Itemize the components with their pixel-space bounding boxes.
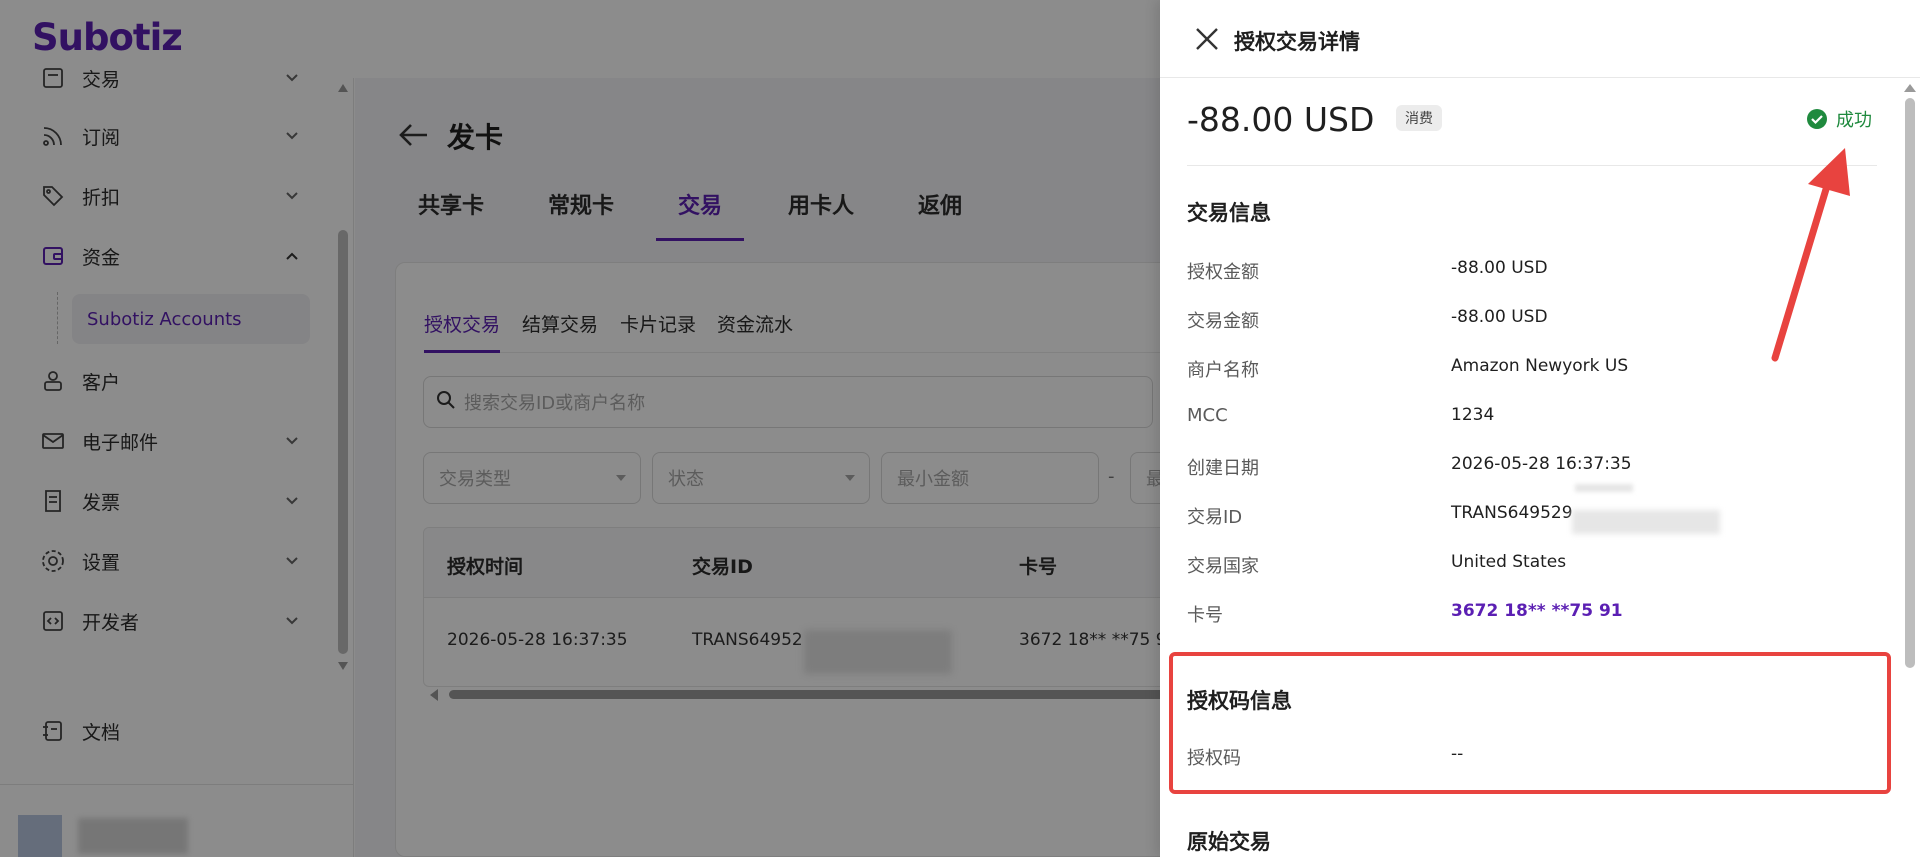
detail-value: Amazon Newyork US bbox=[1451, 356, 1629, 376]
detail-label: 卡号 bbox=[1187, 605, 1223, 626]
modal-backdrop[interactable] bbox=[0, 0, 1160, 857]
detail-value: -- bbox=[1451, 744, 1464, 764]
detail-value: 2026-05-28 16:37:35 bbox=[1451, 454, 1632, 474]
detail-value: TRANS649529 bbox=[1451, 503, 1573, 523]
scroll-up-arrow-icon[interactable] bbox=[1904, 84, 1916, 92]
detail-value: -88.00 USD bbox=[1451, 258, 1548, 278]
detail-value: 1234 bbox=[1451, 405, 1495, 425]
card-number-link[interactable]: 3672 18** **75 91 bbox=[1451, 601, 1623, 621]
redacted-id-blur bbox=[1575, 484, 1633, 492]
detail-label: 交易金额 bbox=[1187, 311, 1259, 332]
detail-label: MCC bbox=[1187, 405, 1228, 426]
detail-label: 商户名称 bbox=[1187, 360, 1259, 381]
detail-value: United States bbox=[1451, 552, 1567, 572]
transaction-type-badge: 消费 bbox=[1396, 105, 1442, 131]
section-title-auth-code: 授权码信息 bbox=[1187, 689, 1292, 713]
detail-label: 授权码 bbox=[1187, 748, 1241, 769]
annotation-arrow-icon bbox=[1771, 148, 1850, 362]
detail-label: 授权金额 bbox=[1187, 262, 1259, 283]
detail-value: -88.00 USD bbox=[1451, 307, 1548, 327]
transaction-detail-drawer: 授权交易详情 -88.00 USD 消费 成功 交易信息 授权金额 -88.00… bbox=[1160, 0, 1920, 857]
section-title-original-transaction: 原始交易 bbox=[1187, 830, 1271, 854]
detail-label: 交易ID bbox=[1187, 507, 1243, 528]
drawer-scrollbar[interactable] bbox=[1905, 98, 1915, 668]
drawer-title: 授权交易详情 bbox=[1234, 30, 1360, 54]
detail-label: 交易国家 bbox=[1187, 556, 1259, 577]
section-title-transaction-info: 交易信息 bbox=[1187, 201, 1271, 225]
check-circle-icon bbox=[1806, 108, 1828, 130]
status-text: 成功 bbox=[1836, 110, 1872, 131]
transaction-amount: -88.00 USD bbox=[1187, 100, 1375, 139]
redacted-id-blur bbox=[1572, 510, 1720, 534]
drawer-header: 授权交易详情 bbox=[1160, 0, 1920, 78]
close-icon[interactable] bbox=[1194, 26, 1220, 52]
highlight-box bbox=[1169, 652, 1891, 794]
status-badge: 成功 bbox=[1806, 106, 1872, 132]
detail-label: 创建日期 bbox=[1187, 458, 1259, 479]
